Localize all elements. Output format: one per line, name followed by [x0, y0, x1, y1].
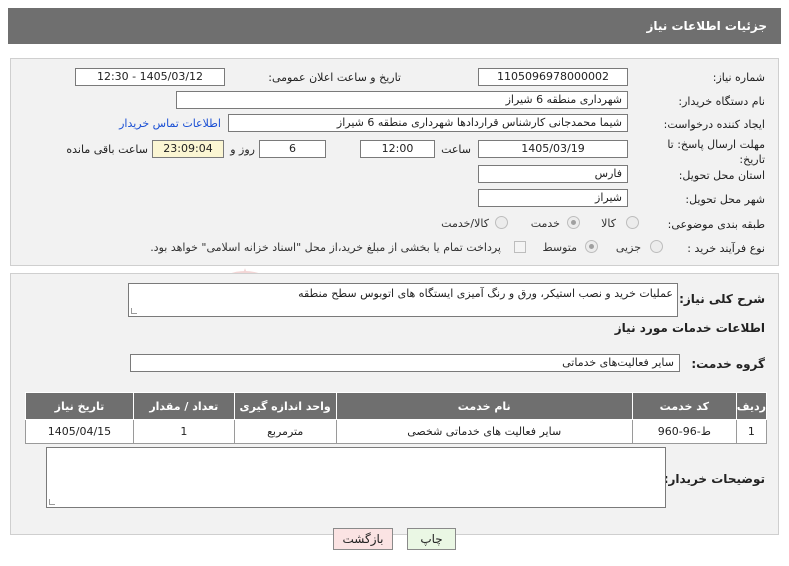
category-goods-service-label: کالا/خدمت [441, 217, 489, 230]
cell-code: ط-96-960 [631, 419, 737, 444]
buyer-org-label: نام دستگاه خریدار: [678, 95, 765, 108]
process-medium-radio[interactable] [585, 240, 598, 253]
service-group-field[interactable]: سایر فعالیت‌های خدماتی [130, 354, 680, 372]
province-label: استان محل تحویل: [678, 169, 765, 182]
cell-unit: مترمربع [233, 419, 337, 444]
description-text: عملیات خرید و نصب استیکر، ورق و رنگ آمیز… [298, 287, 673, 300]
process-medium-label: متوسط [542, 241, 577, 254]
description-label: شرح کلی نیاز: [679, 292, 765, 306]
city-label: شهر محل تحویل: [685, 193, 765, 206]
process-minor-radio[interactable] [650, 240, 663, 253]
page-title: جزئیات اطلاعات نیاز [646, 19, 767, 33]
services-title: اطلاعات خدمات مورد نیاز [614, 321, 765, 335]
cell-date: 1405/04/15 [25, 419, 134, 444]
deadline-time-label: ساعت [441, 143, 471, 156]
col-name: نام خدمت [335, 392, 633, 420]
announce-datetime-field[interactable]: 1405/03/12 - 12:30 [75, 68, 225, 86]
treasury-payment-note: پرداخت تمام یا بخشی از مبلغ خرید،از محل … [150, 241, 501, 254]
table-row: 1 ط-96-960 سایر فعالیت های خدماتی شخصی م… [25, 419, 768, 444]
category-service-label: خدمت [530, 217, 560, 230]
buyer-notes-textarea[interactable] [46, 447, 666, 508]
resize-grip-icon[interactable] [49, 499, 55, 505]
page-header: جزئیات اطلاعات نیاز [8, 8, 781, 44]
cell-quantity: 1 [132, 419, 235, 444]
need-number-field[interactable]: 1105096978000002 [478, 68, 628, 86]
buyer-org-field[interactable]: شهرداری منطقه 6 شیراز [176, 91, 628, 109]
back-button[interactable]: بازگشت [333, 528, 393, 550]
process-minor-label: جزیی [615, 241, 641, 254]
category-goods-radio[interactable] [626, 216, 639, 229]
buyer-notes-label: توضیحات خریدار: [663, 472, 765, 486]
services-table: ردیف کد خدمت نام خدمت واحد اندازه گیری ت… [25, 392, 768, 444]
print-button[interactable]: چاپ [407, 528, 456, 550]
table-header-row: ردیف کد خدمت نام خدمت واحد اندازه گیری ت… [25, 392, 768, 420]
remaining-time-field: 23:09:04 [152, 140, 224, 158]
category-label: طبقه بندی موضوعی: [667, 218, 765, 231]
creator-field[interactable]: شیما محمدجانی کارشناس قراردادها شهرداری … [228, 114, 628, 132]
col-quantity: تعداد / مقدار [132, 392, 235, 420]
col-code: کد خدمت [631, 392, 737, 420]
announce-datetime-label: تاریخ و ساعت اعلان عمومی: [268, 71, 401, 84]
category-service-radio[interactable] [567, 216, 580, 229]
remaining-time-label: ساعت باقی مانده [66, 143, 148, 156]
col-row: ردیف [735, 392, 768, 420]
deadline-time-field[interactable]: 12:00 [360, 140, 435, 158]
province-field[interactable]: فارس [478, 165, 628, 183]
cell-row: 1 [735, 419, 768, 444]
creator-label: ایجاد کننده درخواست: [663, 118, 765, 131]
city-field[interactable]: شیراز [478, 189, 628, 207]
days-field[interactable]: 6 [259, 140, 326, 158]
col-date: تاریخ نیاز [25, 392, 134, 420]
buyer-contact-link[interactable]: اطلاعات تماس خریدار [119, 117, 221, 130]
col-unit: واحد اندازه گیری [233, 392, 337, 420]
need-number-label: شماره نیاز: [712, 71, 765, 84]
process-type-label: نوع فرآیند خرید : [687, 242, 765, 255]
service-group-label: گروه خدمت: [691, 357, 765, 371]
deadline-date-field[interactable]: 1405/03/19 [478, 140, 628, 158]
category-goods-label: کالا [601, 217, 616, 230]
days-label: روز و [230, 143, 255, 156]
cell-name: سایر فعالیت های خدماتی شخصی [335, 419, 633, 444]
category-goods-service-radio[interactable] [495, 216, 508, 229]
resize-grip-icon[interactable] [131, 308, 137, 314]
treasury-payment-checkbox[interactable] [514, 241, 526, 253]
description-textarea[interactable]: عملیات خرید و نصب استیکر، ورق و رنگ آمیز… [128, 283, 678, 317]
deadline-label: مهلت ارسال پاسخ: تا تاریخ: [667, 138, 765, 166]
